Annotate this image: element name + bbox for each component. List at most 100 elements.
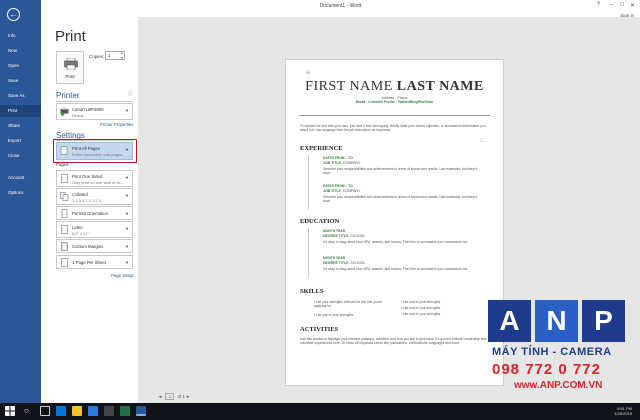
backstage-nav: ← Info New Open Save Save As Print Share… [0,0,41,403]
pages-per-sheet-select[interactable]: 1 Page Per Sheet ▼ [56,255,133,269]
next-page-button[interactable]: ► [186,394,190,399]
copies-stepper[interactable]: ▲ ▼ [119,51,125,60]
nav-item-save[interactable]: Save [0,75,41,87]
education-degree: DEGREE TITLE, SCHOOL [323,234,366,238]
collation-title: Collated [72,192,88,197]
experience-description: Describe your responsibilities and achie… [323,167,478,176]
copies-label: Copies: [89,54,105,59]
margins-select[interactable]: Custom Margins ▼ [56,239,133,253]
page-count: of 1 [177,394,185,399]
chevron-down-icon: ▼ [125,244,129,249]
print-button-label: Print [65,74,75,79]
nav-item-save-as[interactable]: Save As [0,90,41,102]
resume-name: FIRST NAME LAST NAME [305,79,484,94]
chevron-down-icon: ▼ [125,193,129,198]
excel-icon[interactable] [120,406,130,416]
print-button[interactable]: Print [56,51,84,84]
search-icon[interactable]: ○ [24,406,34,416]
edge-icon[interactable] [56,406,66,416]
paper-size-title: Letter [72,225,83,230]
experience-dates: DATES FROM – TO [323,156,353,160]
portrait-icon [61,209,68,218]
current-page-input[interactable]: 1 [165,393,175,400]
printer-status: Ready [72,113,84,118]
task-view-icon[interactable] [40,406,50,416]
education-heading: EDUCATION [300,218,340,225]
windows-start-icon[interactable] [5,406,15,416]
pages-label: Pages: [56,162,70,167]
anchor-icon: ⊞ [306,70,311,76]
skills-heading: SKILLS [300,288,324,295]
close-button[interactable]: ✕ [630,2,635,9]
preview-page: ⊞ FIRST NAME LAST NAME Address · Phone E… [285,59,504,386]
printer-heading: Printer [56,91,80,100]
info-icon[interactable]: ⓘ [128,90,133,97]
one-sided-icon [61,174,68,183]
printer-name: Canon LBP2900 [72,107,104,112]
orientation-title: Portrait Orientation [72,211,109,216]
nav-item-print[interactable]: Print [0,105,41,117]
resume-links: Email · LinkedIn Profile · Twitter/Blog/… [355,100,434,104]
nav-item-export[interactable]: Export [0,135,41,147]
window-title: Document1 - Word [319,3,362,9]
taskbar: ○ 5:51 PM 1/28/2019 [0,403,640,420]
clock-date: 1/28/2019 [614,411,632,416]
previous-page-button[interactable]: ◄ [158,394,162,399]
nav-item-share[interactable]: Share [0,120,41,132]
back-arrow-icon[interactable]: ← [7,8,20,21]
nav-item-options[interactable]: Options [0,187,41,199]
mail-icon[interactable] [104,406,114,416]
printer-select[interactable]: Canon LBP2900 Ready ▼ [56,103,133,120]
chevron-down-icon: ▼ [125,211,129,216]
chevron-down-icon: ▼ [125,226,129,231]
watermark-line1: MÁY TÍNH - CAMERA [492,346,612,358]
watermark-letter-p: P [582,300,625,342]
experience-heading: EXPERIENCE [300,145,343,152]
education-dates: MONTH YEAR [323,229,346,233]
paper-size-select[interactable]: Letter 8.5" x 11" ▼ [56,221,133,238]
chevron-down-icon: ▼ [125,175,129,180]
watermark-letter-a: A [488,300,531,342]
collated-icon [60,192,69,201]
printer-icon [64,58,78,70]
skill-item: • List your strengths relevant for the r… [314,300,383,309]
skill-item: • List one of your strengths [401,306,441,310]
chevron-down-icon: ▼ [125,108,129,113]
resume-intro: To replace the text with your own, just … [300,124,486,133]
minimize-button[interactable]: – [610,2,613,8]
title-bar: Document1 - Word ? – □ ✕ Sign in [41,0,640,18]
taskbar-clock: 5:51 PM 1/28/2019 [614,406,632,416]
paper-size-sub: 8.5" x 11" [72,231,89,236]
skill-item: • List one of your strengths [401,300,441,304]
sides-select[interactable]: Print One Sided Only print on one side o… [56,170,133,187]
nav-item-new[interactable]: New [0,45,41,57]
pages-per-sheet-title: 1 Page Per Sheet [72,260,106,265]
paragraph-mark-icon: ⊡ [480,138,485,144]
file-explorer-icon[interactable] [72,406,82,416]
nav-item-info[interactable]: Info [0,30,41,42]
collation-select[interactable]: Collated 1,2,3 1,2,3 1,2,3 ▼ [56,188,133,205]
education-timeline [308,228,309,278]
activities-text: Use this section to highlight your relev… [300,337,487,346]
watermark-letter-n: N [535,300,578,342]
education-dates: MONTH YEAR [323,256,346,260]
nav-item-open[interactable]: Open [0,60,41,72]
nav-item-account[interactable]: Account [0,172,41,184]
store-icon[interactable] [88,406,98,416]
skill-item: • List one of your strengths [401,312,441,316]
highlight-annotation-box [53,139,137,163]
printer-properties-link[interactable]: Printer Properties [100,122,133,127]
experience-job-title: JOB TITLE, COMPANY [323,189,361,193]
maximize-button[interactable]: □ [620,2,624,8]
education-degree: DEGREE TITLE, SCHOOL [323,261,366,265]
margins-title: Custom Margins [72,244,104,249]
experience-description: Describe your responsibilities and achie… [323,195,478,204]
collation-sub: 1,2,3 1,2,3 1,2,3 [72,198,101,203]
nav-item-close[interactable]: Close [0,150,41,162]
orientation-select[interactable]: Portrait Orientation ▼ [56,206,133,220]
sides-title: Print One Sided [72,174,103,179]
word-taskbar-icon[interactable] [136,406,146,416]
help-icon[interactable]: ? [597,2,600,8]
page-setup-link[interactable]: Page Setup [111,273,133,278]
printer-divider [56,101,134,102]
